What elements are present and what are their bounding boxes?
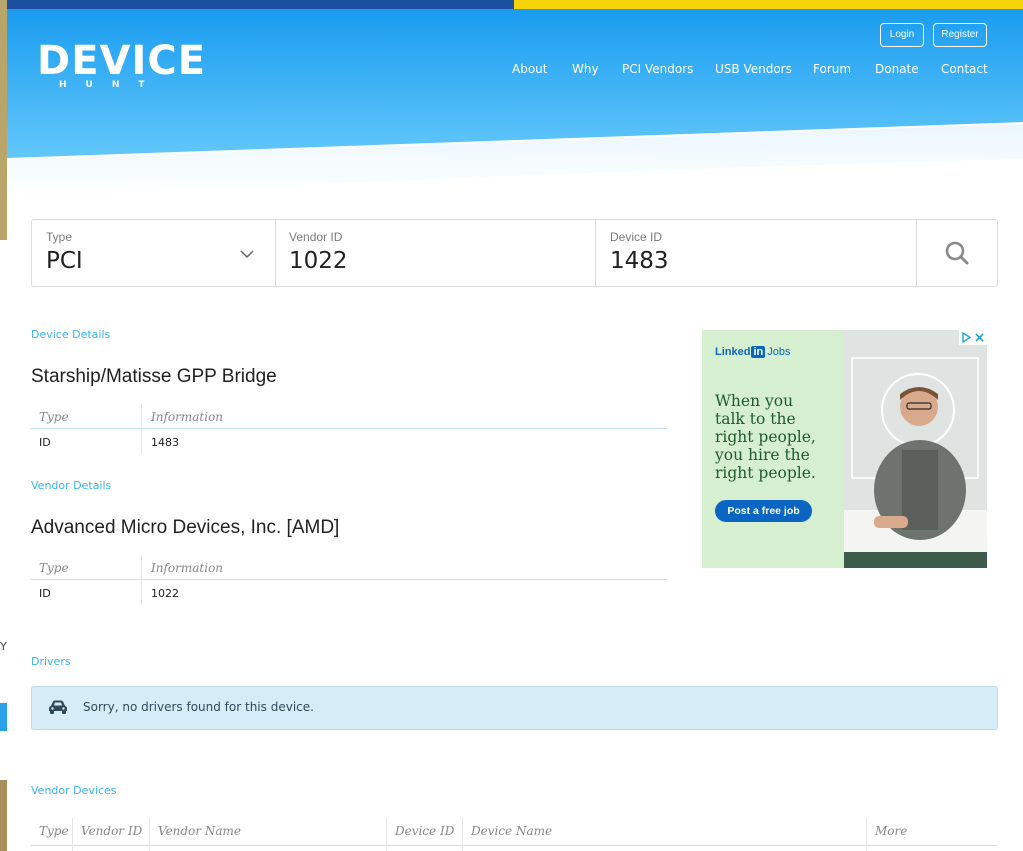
vendor-id-field[interactable]: Vendor ID 1022 xyxy=(275,220,596,286)
background-page-edge: Y xyxy=(0,0,7,851)
device-id-value: 1483 xyxy=(610,248,669,274)
nav-about[interactable]: About xyxy=(512,62,547,76)
col-vendor-id: Vendor ID xyxy=(81,824,143,838)
drivers-heading: Drivers xyxy=(31,655,71,668)
ukraine-flag-stripe xyxy=(7,0,1023,9)
linkedin-jobs-logo: Linked in Jobs xyxy=(715,346,791,358)
search-button[interactable] xyxy=(917,220,997,286)
nav-donate[interactable]: Donate xyxy=(875,62,919,76)
nav-usb-vendors[interactable]: USB Vendors xyxy=(715,62,792,76)
table-row: ID 1022 xyxy=(31,580,667,606)
no-drivers-alert: Sorry, no drivers found for this device. xyxy=(31,686,998,730)
vendor-id-label: Vendor ID xyxy=(289,230,343,244)
vendor-devices-table-header: Type Vendor ID Vendor Name Device ID Dev… xyxy=(31,818,997,851)
device-id-field[interactable]: Device ID 1483 xyxy=(596,220,917,286)
advertisement[interactable]: Linked in Jobs When you talk to the right … xyxy=(702,330,987,568)
login-button[interactable]: Login xyxy=(880,23,924,47)
nav-why[interactable]: Why xyxy=(572,62,599,76)
logo-title: DEVICE xyxy=(37,38,207,84)
site-logo[interactable]: DEVICE HUNT xyxy=(37,40,206,90)
nav-forum[interactable]: Forum xyxy=(813,62,851,76)
nav-contact[interactable]: Contact xyxy=(941,62,988,76)
vendor-details-heading: Vendor Details xyxy=(31,479,112,492)
row-value: 1022 xyxy=(151,587,179,600)
chevron-down-icon xyxy=(240,250,254,259)
col-device-name: Device Name xyxy=(471,824,553,838)
row-key: ID xyxy=(39,587,51,600)
vendor-devices-heading: Vendor Devices xyxy=(31,784,117,797)
type-value: PCI xyxy=(46,248,83,274)
device-details-heading: Device Details xyxy=(31,328,111,341)
device-id-label: Device ID xyxy=(610,230,663,244)
search-icon xyxy=(945,241,969,265)
device-name: Starship/Matisse GPP Bridge xyxy=(31,366,277,387)
no-drivers-message: Sorry, no drivers found for this device. xyxy=(83,700,314,714)
ad-headline: When you talk to the right people, you h… xyxy=(715,392,816,482)
table-row: ID 1483 xyxy=(31,429,667,455)
device-search-form: Type PCI Vendor ID 1022 Device ID 1483 xyxy=(31,219,998,287)
col-type: Type xyxy=(39,410,69,424)
type-select[interactable]: Type PCI xyxy=(32,220,276,286)
browser-viewport: DEVICE HUNT Login Register About Why PCI… xyxy=(7,0,1023,851)
col-more: More xyxy=(875,824,908,838)
ad-choices[interactable] xyxy=(959,330,987,345)
car-icon xyxy=(49,700,67,714)
col-information: Information xyxy=(151,561,224,575)
col-type: Type xyxy=(39,561,69,575)
row-key: ID xyxy=(39,436,51,449)
col-information: Information xyxy=(151,410,224,424)
col-type: Type xyxy=(39,824,69,838)
col-device-id: Device ID xyxy=(395,824,455,838)
register-button[interactable]: Register xyxy=(933,23,987,47)
type-label: Type xyxy=(46,230,73,244)
post-free-job-button[interactable]: Post a free job xyxy=(715,500,812,522)
nav-pci-vendors[interactable]: PCI Vendors xyxy=(622,62,693,76)
background-text: Y xyxy=(0,640,7,653)
vendor-name: Advanced Micro Devices, Inc. [AMD] xyxy=(31,517,340,538)
row-value: 1483 xyxy=(151,436,179,449)
vendor-id-value: 1022 xyxy=(289,248,348,274)
col-vendor-name: Vendor Name xyxy=(158,824,241,838)
